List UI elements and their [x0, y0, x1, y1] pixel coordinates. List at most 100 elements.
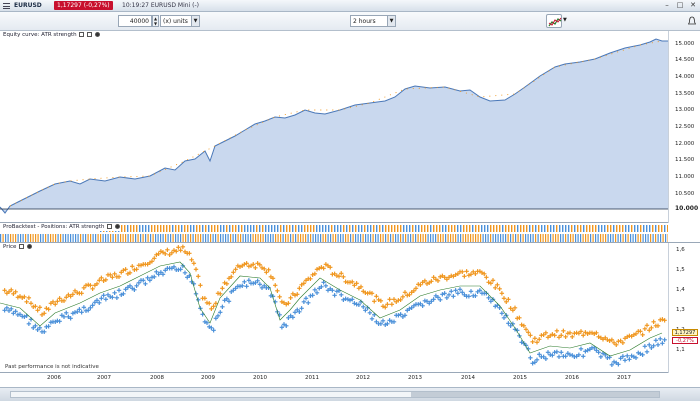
position-bar — [605, 234, 607, 242]
position-bar — [355, 234, 357, 242]
position-bar — [317, 234, 319, 242]
scrollbar-thumb[interactable] — [411, 392, 659, 397]
position-bar — [615, 234, 617, 242]
close-panel-icon[interactable] — [26, 244, 32, 249]
maximize-icon[interactable]: □ — [675, 1, 685, 10]
position-bar — [265, 234, 267, 242]
position-bar — [214, 225, 216, 232]
position-bar — [360, 234, 362, 242]
position-bar — [132, 234, 134, 242]
position-bar — [242, 234, 244, 242]
y-tick: 13.000 — [675, 107, 695, 113]
position-bar — [127, 225, 129, 232]
maximize-panel-icon[interactable] — [107, 224, 113, 229]
position-bar — [397, 225, 399, 232]
horizontal-scrollbar[interactable] — [10, 391, 660, 398]
position-bar — [643, 225, 645, 232]
buy-marker: ✚ — [306, 300, 311, 307]
position-bar — [465, 234, 467, 242]
position-bar — [100, 234, 102, 242]
position-bar — [574, 225, 576, 232]
position-bar — [280, 234, 282, 242]
position-bar — [304, 225, 306, 232]
position-bar — [340, 234, 342, 242]
position-bar — [268, 225, 270, 232]
position-bar — [457, 234, 459, 242]
platform-window: EURUSD 1,17297 (-0,27%) 10:19:27 EURUSD … — [0, 0, 700, 401]
position-bar — [537, 234, 539, 242]
price-panel: Price ✚ ✚ ✚ ✚ ✚ ✚ ✚ ✚ ✚ ✚ ✚ ✚ ✚ ✚ ✚ ✚ ✚ ✚ ✚ ✚ ✚ ✚ ✚ ✚ ✚ ✚ ✚ ✚ ✚ ✚ ✚ ✚ ✚ ✚… — [0, 243, 700, 373]
position-bar — [601, 225, 603, 232]
sell-marker: ✚ — [512, 305, 517, 312]
position-bar — [151, 225, 153, 232]
buy-marker: ✚ — [299, 306, 304, 313]
timeframe-select[interactable]: 2 hours ▼ — [350, 15, 396, 27]
position-bar — [82, 234, 84, 242]
position-bar — [162, 234, 164, 242]
position-bar — [630, 234, 632, 242]
y-tick: 1,4 — [676, 287, 685, 293]
position-bar — [107, 234, 109, 242]
sell-marker: ✚ — [193, 266, 198, 273]
position-bar — [550, 225, 552, 232]
position-bar — [327, 234, 329, 242]
position-bar — [270, 234, 272, 242]
position-bar — [155, 234, 157, 242]
units-select[interactable]: (x) units ▼ — [160, 15, 200, 27]
maximize-panel-icon[interactable] — [19, 244, 25, 249]
quantity-stepper[interactable]: ▲ ▼ — [152, 15, 159, 27]
position-bar — [634, 225, 636, 232]
position-bar — [227, 234, 229, 242]
position-bar — [295, 234, 297, 242]
position-bar — [502, 225, 504, 232]
menu-icon[interactable] — [3, 3, 10, 9]
close-panel-icon[interactable] — [114, 224, 120, 229]
position-bar — [121, 225, 123, 232]
position-bar — [448, 225, 450, 232]
position-bar — [655, 225, 657, 232]
position-bar — [283, 225, 285, 232]
quantity-input[interactable]: 40000 — [118, 15, 152, 27]
position-bar — [42, 234, 44, 242]
position-bar — [472, 234, 474, 242]
chart-type-button[interactable] — [546, 14, 562, 28]
buy-marker: ✚ — [200, 312, 205, 319]
position-bar — [570, 234, 572, 242]
position-bar — [271, 225, 273, 232]
position-bar — [590, 234, 592, 242]
position-bar — [172, 225, 174, 232]
position-bar — [607, 234, 609, 242]
y-tick: 1,3 — [676, 307, 685, 313]
position-bar — [265, 225, 267, 232]
position-bar — [391, 225, 393, 232]
buy-marker: ✚ — [220, 304, 225, 311]
equity-y-axis: 15.000 14.500 14.000 13.500 13.000 12.50… — [668, 31, 700, 223]
price-change-badge: 1,17297 (-0,27%) — [54, 1, 113, 10]
chevron-down-icon[interactable]: ▼ — [563, 17, 567, 23]
position-bar — [373, 225, 375, 232]
position-bar — [7, 234, 9, 242]
minimize-icon[interactable]: – — [662, 1, 672, 10]
position-bar — [622, 234, 624, 242]
position-bar — [357, 234, 359, 242]
position-bar — [612, 234, 614, 242]
position-bar — [212, 234, 214, 242]
position-bar — [367, 234, 369, 242]
position-bar — [222, 234, 224, 242]
position-bar — [193, 225, 195, 232]
position-bar — [469, 225, 471, 232]
y-tick: 1,5 — [676, 267, 685, 273]
position-bar — [447, 234, 449, 242]
position-bar — [565, 234, 567, 242]
disclaimer-text: Past performance is not indicative — [5, 364, 99, 370]
position-bar — [642, 234, 644, 242]
position-bar — [442, 234, 444, 242]
alert-icon[interactable] — [688, 16, 696, 26]
instrument-meta: 10:19:27 EURUSD Mini (-) — [122, 2, 200, 9]
position-bar — [178, 225, 180, 232]
position-bar — [262, 225, 264, 232]
position-bar — [72, 234, 74, 242]
close-icon[interactable]: ✕ — [688, 1, 698, 10]
position-bar — [210, 234, 212, 242]
position-bar — [421, 225, 423, 232]
